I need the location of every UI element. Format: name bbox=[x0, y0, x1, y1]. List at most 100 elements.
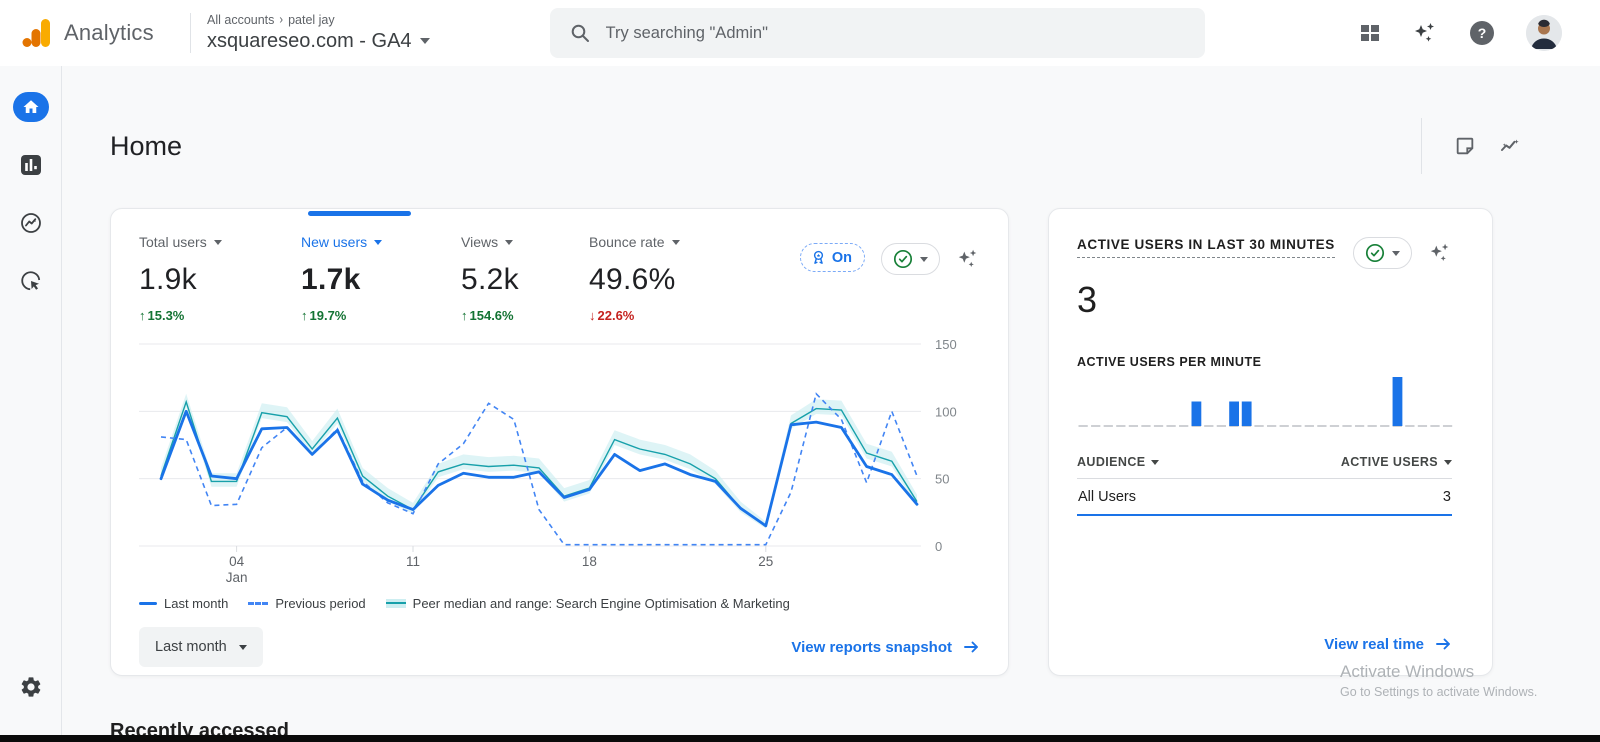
medal-icon bbox=[810, 249, 827, 266]
metric-new-users: New users 1.7k ↑ 19.7% bbox=[301, 235, 461, 322]
dropdown-caret-icon bbox=[920, 256, 928, 262]
gear-icon bbox=[19, 675, 43, 699]
breadcrumb-separator-icon: › bbox=[279, 12, 284, 28]
metric-delta: ↑ 19.7% bbox=[301, 308, 347, 323]
benchmarking-on-badge[interactable]: On bbox=[799, 243, 865, 272]
data-quality-pill[interactable] bbox=[881, 243, 940, 275]
metric-delta: ↑ 15.3% bbox=[139, 308, 185, 323]
arrow-right-icon bbox=[962, 638, 980, 656]
svg-text:Jan: Jan bbox=[226, 570, 248, 585]
taskbar-edge bbox=[0, 735, 1600, 742]
property-caret-icon bbox=[419, 38, 430, 45]
svg-text:11: 11 bbox=[406, 554, 420, 569]
solid-line-swatch-icon bbox=[139, 602, 157, 605]
arrow-right-icon bbox=[1434, 635, 1452, 653]
notes-icon[interactable] bbox=[1454, 135, 1476, 157]
svg-text:?: ? bbox=[1478, 25, 1487, 41]
account-property-switcher[interactable]: All accounts › patel jay xsquareseo.com … bbox=[207, 13, 430, 52]
metric-total-users-selector[interactable]: Total users bbox=[139, 235, 301, 249]
metric-new-users-selector[interactable]: New users bbox=[301, 235, 461, 249]
google-apps-grid-icon[interactable] bbox=[1358, 21, 1382, 45]
nav-advertising[interactable] bbox=[13, 266, 49, 296]
arrow-up-icon: ↑ bbox=[301, 308, 308, 323]
analytics-logo[interactable]: Analytics bbox=[0, 17, 190, 49]
metric-delta: ↓ 22.6% bbox=[589, 308, 635, 323]
main-content: Home Total users 1.9k ↑ 15.3% New users … bbox=[62, 66, 1600, 742]
top-app-bar: Analytics All accounts › patel jay xsqua… bbox=[0, 0, 1600, 66]
arrow-up-icon: ↑ bbox=[461, 308, 468, 323]
dropdown-caret-icon bbox=[505, 239, 514, 245]
explore-icon bbox=[19, 211, 43, 235]
dropdown-caret-icon bbox=[1392, 250, 1400, 256]
view-reports-snapshot-link[interactable]: View reports snapshot bbox=[791, 638, 980, 656]
left-nav-rail bbox=[0, 66, 62, 742]
user-avatar[interactable] bbox=[1526, 15, 1562, 51]
insights-trend-icon[interactable] bbox=[1498, 134, 1522, 158]
per-minute-bar-chart bbox=[1077, 375, 1453, 433]
metric-bounce-rate-selector[interactable]: Bounce rate bbox=[589, 235, 680, 249]
help-icon[interactable]: ? bbox=[1468, 19, 1496, 47]
svg-text:04: 04 bbox=[229, 554, 245, 569]
global-search[interactable] bbox=[549, 8, 1205, 58]
svg-text:50: 50 bbox=[935, 472, 949, 487]
dropdown-caret-icon bbox=[1151, 459, 1160, 465]
dropdown-caret-icon bbox=[238, 644, 247, 650]
page-head-divider bbox=[1421, 118, 1422, 174]
insights-sparkle-icon[interactable] bbox=[1428, 237, 1452, 265]
legend-last-month: Last month bbox=[139, 596, 228, 611]
arrow-up-icon: ↑ bbox=[139, 308, 146, 323]
metric-views: Views 5.2k ↑ 154.6% bbox=[461, 235, 589, 322]
per-minute-label: ACTIVE USERS PER MINUTE bbox=[1077, 355, 1262, 369]
band-swatch-icon bbox=[385, 599, 406, 608]
nav-home[interactable] bbox=[12, 92, 49, 122]
dropdown-caret-icon bbox=[374, 239, 383, 245]
bar-chart-icon bbox=[20, 154, 42, 176]
audience-cell: All Users bbox=[1078, 489, 1137, 505]
breadcrumb: All accounts › patel jay bbox=[207, 13, 430, 27]
date-range-button[interactable]: Last month bbox=[139, 627, 263, 667]
chart-legend: Last month Previous period Peer median a… bbox=[139, 596, 980, 611]
nav-explore[interactable] bbox=[13, 208, 49, 238]
active-users-value: 3 bbox=[1077, 279, 1098, 320]
metric-value: 5.2k bbox=[461, 263, 519, 296]
active-users-column-header[interactable]: ACTIVE USERS bbox=[1341, 455, 1452, 469]
metric-total-users: Total users 1.9k ↑ 15.3% bbox=[139, 235, 301, 322]
search-icon bbox=[570, 23, 590, 43]
metric-delta: ↑ 154.6% bbox=[461, 308, 514, 323]
svg-text:100: 100 bbox=[935, 404, 957, 419]
dropdown-caret-icon bbox=[671, 239, 680, 245]
realtime-card: ACTIVE USERS IN LAST 30 MINUTES 3 ACTIVE… bbox=[1048, 208, 1493, 676]
dashed-line-swatch-icon bbox=[248, 602, 269, 605]
metric-value: 49.6% bbox=[589, 263, 676, 296]
metric-value: 1.7k bbox=[301, 263, 361, 296]
view-real-time-link[interactable]: View real time bbox=[1324, 635, 1452, 653]
svg-text:25: 25 bbox=[758, 554, 773, 569]
dropdown-caret-icon bbox=[213, 239, 222, 245]
svg-text:150: 150 bbox=[935, 337, 957, 352]
users-line-chart: 0 50 100 150 04 Jan 11 18 25 bbox=[139, 334, 980, 586]
gemini-sparkle-icon[interactable] bbox=[1412, 20, 1438, 46]
selected-metric-tab-indicator bbox=[308, 211, 411, 216]
header-divider bbox=[190, 13, 191, 53]
nav-reports[interactable] bbox=[13, 150, 49, 180]
metric-views-selector[interactable]: Views bbox=[461, 235, 589, 249]
search-input[interactable] bbox=[605, 23, 1185, 43]
table-row[interactable]: All Users 3 bbox=[1077, 479, 1452, 514]
audience-column-header[interactable]: AUDIENCE bbox=[1077, 455, 1160, 469]
windows-activation-watermark: Activate Windows Go to Settings to activ… bbox=[1340, 662, 1538, 700]
data-quality-pill[interactable] bbox=[1353, 237, 1412, 269]
property-name: xsquareseo.com - GA4 bbox=[207, 29, 412, 52]
dropdown-caret-icon bbox=[1444, 459, 1452, 465]
legend-previous-period: Previous period bbox=[248, 596, 366, 611]
ads-click-icon bbox=[19, 269, 43, 293]
realtime-title[interactable]: ACTIVE USERS IN LAST 30 MINUTES bbox=[1077, 237, 1335, 258]
arrow-down-icon: ↓ bbox=[589, 308, 596, 323]
page-title: Home bbox=[110, 130, 183, 161]
home-icon bbox=[22, 98, 40, 116]
app-name: Analytics bbox=[64, 20, 154, 45]
insights-sparkle-icon[interactable] bbox=[956, 243, 980, 271]
svg-text:18: 18 bbox=[582, 554, 597, 569]
home-overview-card: Total users 1.9k ↑ 15.3% New users 1.7k … bbox=[110, 208, 1009, 676]
svg-text:0: 0 bbox=[935, 539, 942, 554]
nav-admin-settings[interactable] bbox=[13, 672, 49, 702]
